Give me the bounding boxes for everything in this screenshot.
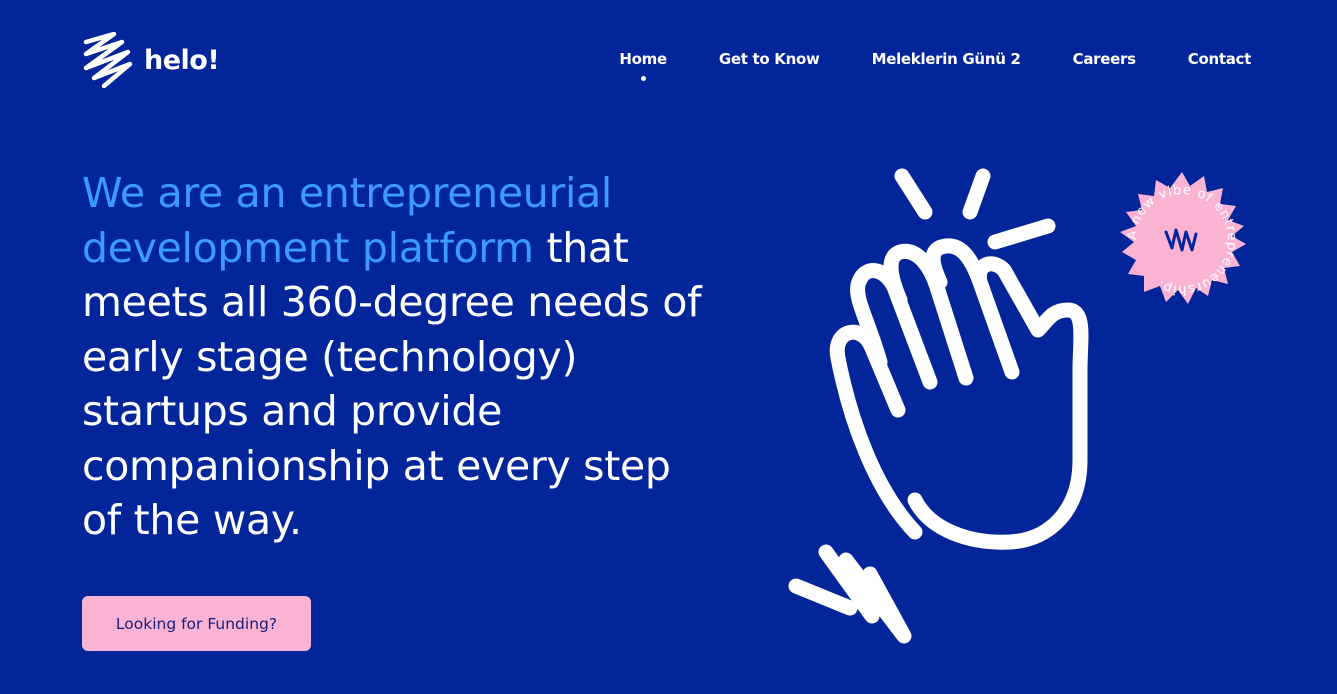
headline-text: meets all 360-degree needs of	[82, 278, 702, 326]
nav-item-contact[interactable]: Contact	[1187, 50, 1252, 68]
headline-line: early stage (technology)	[82, 330, 762, 385]
brand-logo[interactable]: helo!	[82, 32, 220, 88]
headline-accent: We are an entrepreneurial	[82, 169, 613, 217]
headline-text: that	[533, 223, 629, 272]
page: helo! Home Get to Know Meleklerin Günü 2…	[0, 0, 1337, 694]
headline-line: startups and provide	[82, 384, 762, 439]
headline-accent: development platform	[82, 223, 534, 272]
main-nav: Home Get to Know Meleklerin Günü 2 Caree…	[619, 50, 1252, 81]
scribble-logo-icon	[83, 32, 133, 88]
headline-line: of the way.	[82, 493, 762, 548]
hero-headline: We are an entrepreneurial development pl…	[82, 166, 762, 548]
waving-hand-icon	[788, 168, 1089, 644]
nav-item-label: Contact	[1187, 50, 1252, 68]
headline-text: of the way.	[82, 496, 302, 544]
nav-item-label: Home	[619, 50, 667, 68]
nav-item-get-to-know[interactable]: Get to Know	[719, 50, 820, 68]
new-vibe-badge: A new vibe of entrepreneurship.	[1120, 172, 1246, 304]
headline-text: early stage (technology)	[82, 332, 578, 381]
nav-item-home[interactable]: Home	[619, 50, 667, 81]
nav-item-label: Careers	[1072, 50, 1136, 68]
active-indicator-dot	[640, 76, 646, 81]
nav-item-label: Get to Know	[718, 50, 820, 68]
brand-name: helo!	[144, 44, 220, 76]
headline-line: development platform that	[82, 221, 762, 276]
headline-line: We are an entrepreneurial	[82, 166, 762, 221]
headline-line: companionship at every step	[82, 439, 762, 494]
headline-text: startups and provide	[82, 387, 503, 435]
nav-item-careers[interactable]: Careers	[1073, 50, 1136, 68]
headline-text: companionship at every step	[82, 441, 671, 490]
headline-line: meets all 360-degree needs of	[82, 275, 762, 330]
looking-for-funding-button[interactable]: Looking for Funding?	[82, 596, 311, 651]
nav-item-label: Meleklerin Günü 2	[871, 50, 1021, 68]
nav-item-meleklerin-gunu[interactable]: Meleklerin Günü 2	[872, 50, 1021, 68]
